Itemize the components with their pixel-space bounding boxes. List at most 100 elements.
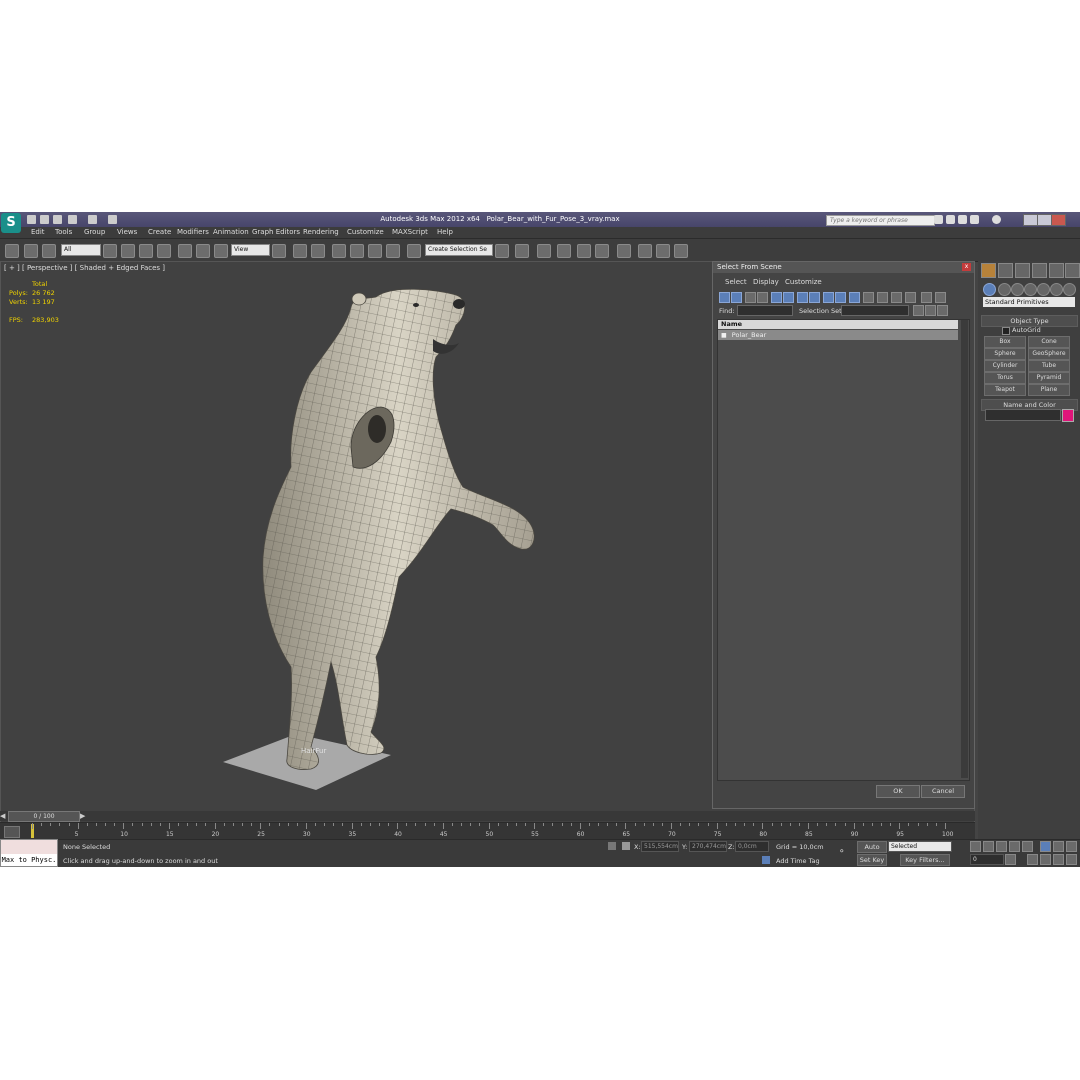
named-selection-set-dropdown[interactable]: Create Selection Se bbox=[425, 244, 493, 256]
rotate-icon[interactable] bbox=[196, 244, 210, 258]
helpers-category-icon[interactable] bbox=[1037, 283, 1050, 296]
display-containers-icon[interactable] bbox=[835, 292, 846, 303]
selection-set-add-icon[interactable] bbox=[925, 305, 936, 316]
cone-button[interactable]: Cone bbox=[1028, 336, 1070, 348]
geometry-category-icon[interactable] bbox=[983, 283, 996, 296]
move-icon[interactable] bbox=[178, 244, 192, 258]
display-tab-icon[interactable] bbox=[1049, 263, 1064, 278]
x-coordinate-field[interactable]: 515,554cm bbox=[641, 841, 679, 852]
new-file-icon[interactable] bbox=[27, 215, 36, 224]
redo-icon[interactable] bbox=[88, 215, 97, 224]
z-coordinate-field[interactable]: 0,0cm bbox=[735, 841, 769, 852]
open-file-icon[interactable] bbox=[40, 215, 49, 224]
zoom-all-icon[interactable] bbox=[1053, 841, 1064, 852]
menu-rendering[interactable]: Rendering bbox=[303, 228, 339, 236]
systems-category-icon[interactable] bbox=[1063, 283, 1076, 296]
modify-tab-icon[interactable] bbox=[998, 263, 1013, 278]
snaps-toggle-icon[interactable] bbox=[332, 244, 346, 258]
select-all-icon[interactable] bbox=[905, 292, 916, 303]
list-column-name[interactable]: Name bbox=[718, 320, 958, 329]
display-invert-icon[interactable] bbox=[891, 292, 902, 303]
edit-named-selection-icon[interactable] bbox=[407, 244, 421, 258]
time-next-icon[interactable]: ▶ bbox=[80, 812, 85, 820]
sync-selection-icon[interactable] bbox=[935, 292, 946, 303]
menu-views[interactable]: Views bbox=[117, 228, 137, 236]
material-editor-icon[interactable] bbox=[617, 244, 631, 258]
next-frame-icon[interactable] bbox=[1009, 841, 1020, 852]
menu-graph-editors[interactable]: Graph Editors bbox=[252, 228, 300, 236]
search-input[interactable]: Type a keyword or phrase bbox=[826, 215, 935, 226]
select-object-icon[interactable] bbox=[103, 244, 117, 258]
find-input[interactable] bbox=[737, 305, 793, 316]
menu-tools[interactable]: Tools bbox=[55, 228, 72, 236]
time-tag-icon[interactable] bbox=[762, 856, 770, 864]
mini-curve-editor-icon[interactable] bbox=[4, 826, 20, 838]
project-folder-icon[interactable] bbox=[108, 215, 117, 224]
field-of-view-icon[interactable] bbox=[1027, 854, 1038, 865]
favorites-star-icon[interactable] bbox=[970, 215, 979, 224]
menu-customize[interactable]: Customize bbox=[347, 228, 384, 236]
set-key-button[interactable]: Set Key bbox=[857, 854, 887, 866]
absolute-mode-icon[interactable] bbox=[622, 842, 630, 850]
rendered-frame-window-icon[interactable] bbox=[656, 244, 670, 258]
utilities-tab-icon[interactable] bbox=[1065, 263, 1080, 278]
pyramid-button[interactable]: Pyramid bbox=[1028, 372, 1070, 384]
display-none-icon[interactable] bbox=[877, 292, 888, 303]
time-slider[interactable]: 0 / 100 ◀ ▶ bbox=[0, 811, 975, 822]
add-time-tag[interactable]: Add Time Tag bbox=[776, 857, 820, 865]
lights-category-icon[interactable] bbox=[1011, 283, 1024, 296]
set-key-icon[interactable]: ⚬ bbox=[838, 848, 852, 857]
layer-manager-icon[interactable] bbox=[537, 244, 551, 258]
keyboard-shortcut-icon[interactable] bbox=[311, 244, 325, 258]
display-spacewarps-icon[interactable] bbox=[783, 292, 794, 303]
angle-snap-icon[interactable] bbox=[350, 244, 364, 258]
maximize-viewport-icon[interactable] bbox=[1066, 854, 1077, 865]
save-file-icon[interactable] bbox=[53, 215, 62, 224]
tube-button[interactable]: Tube bbox=[1028, 360, 1070, 372]
menu-modifiers[interactable]: Modifiers bbox=[177, 228, 209, 236]
menu-create[interactable]: Create bbox=[148, 228, 171, 236]
help-icon[interactable] bbox=[992, 215, 1001, 224]
box-button[interactable]: Box bbox=[984, 336, 1026, 348]
app-logo-icon[interactable]: S bbox=[1, 213, 21, 233]
shapes-category-icon[interactable] bbox=[998, 283, 1011, 296]
rectangular-selection-icon[interactable] bbox=[139, 244, 153, 258]
display-bones-icon[interactable] bbox=[823, 292, 834, 303]
bind-space-warp-icon[interactable] bbox=[42, 244, 56, 258]
close-window-button[interactable] bbox=[1051, 214, 1066, 226]
maximize-button[interactable] bbox=[1037, 214, 1052, 226]
display-frozen-icon[interactable] bbox=[849, 292, 860, 303]
align-icon[interactable] bbox=[515, 244, 529, 258]
dialog-menu-select[interactable]: Select bbox=[725, 278, 747, 286]
cylinder-button[interactable]: Cylinder bbox=[984, 360, 1026, 372]
y-coordinate-field[interactable]: 270,474cm bbox=[689, 841, 727, 852]
display-groups-icon[interactable] bbox=[797, 292, 808, 303]
track-bar[interactable]: 5 10 15 20 25 30 35 40 45 50 55 60 65 70 75 80 85 90 95 100 bbox=[0, 822, 975, 840]
display-lights-icon[interactable] bbox=[745, 292, 756, 303]
display-xrefs-icon[interactable] bbox=[809, 292, 820, 303]
window-crossing-icon[interactable] bbox=[157, 244, 171, 258]
subscription-icon[interactable] bbox=[946, 215, 955, 224]
render-production-icon[interactable] bbox=[674, 244, 688, 258]
spinner-snap-icon[interactable] bbox=[386, 244, 400, 258]
display-cameras-icon[interactable] bbox=[757, 292, 768, 303]
dialog-menu-customize[interactable]: Customize bbox=[785, 278, 822, 286]
goto-end-icon[interactable] bbox=[1022, 841, 1033, 852]
list-scrollbar[interactable] bbox=[961, 320, 968, 778]
key-filters-button[interactable]: Key Filters... bbox=[900, 854, 950, 866]
plane-button[interactable]: Plane bbox=[1028, 384, 1070, 396]
reference-coord-dropdown[interactable]: View bbox=[231, 244, 270, 256]
search-icon[interactable] bbox=[934, 215, 943, 224]
primitive-type-dropdown[interactable]: Standard Primitives bbox=[983, 297, 1075, 307]
polar-bear-model[interactable]: HairFur bbox=[201, 277, 561, 817]
create-tab-icon[interactable] bbox=[981, 263, 996, 278]
goto-start-icon[interactable] bbox=[970, 841, 981, 852]
selection-set-remove-icon[interactable] bbox=[937, 305, 948, 316]
select-link-icon[interactable] bbox=[5, 244, 19, 258]
zoom-extents-icon[interactable] bbox=[1066, 841, 1077, 852]
previous-frame-icon[interactable] bbox=[983, 841, 994, 852]
object-color-swatch[interactable] bbox=[1062, 409, 1074, 422]
menu-edit[interactable]: Edit bbox=[31, 228, 45, 236]
scale-icon[interactable] bbox=[214, 244, 228, 258]
play-icon[interactable] bbox=[996, 841, 1007, 852]
